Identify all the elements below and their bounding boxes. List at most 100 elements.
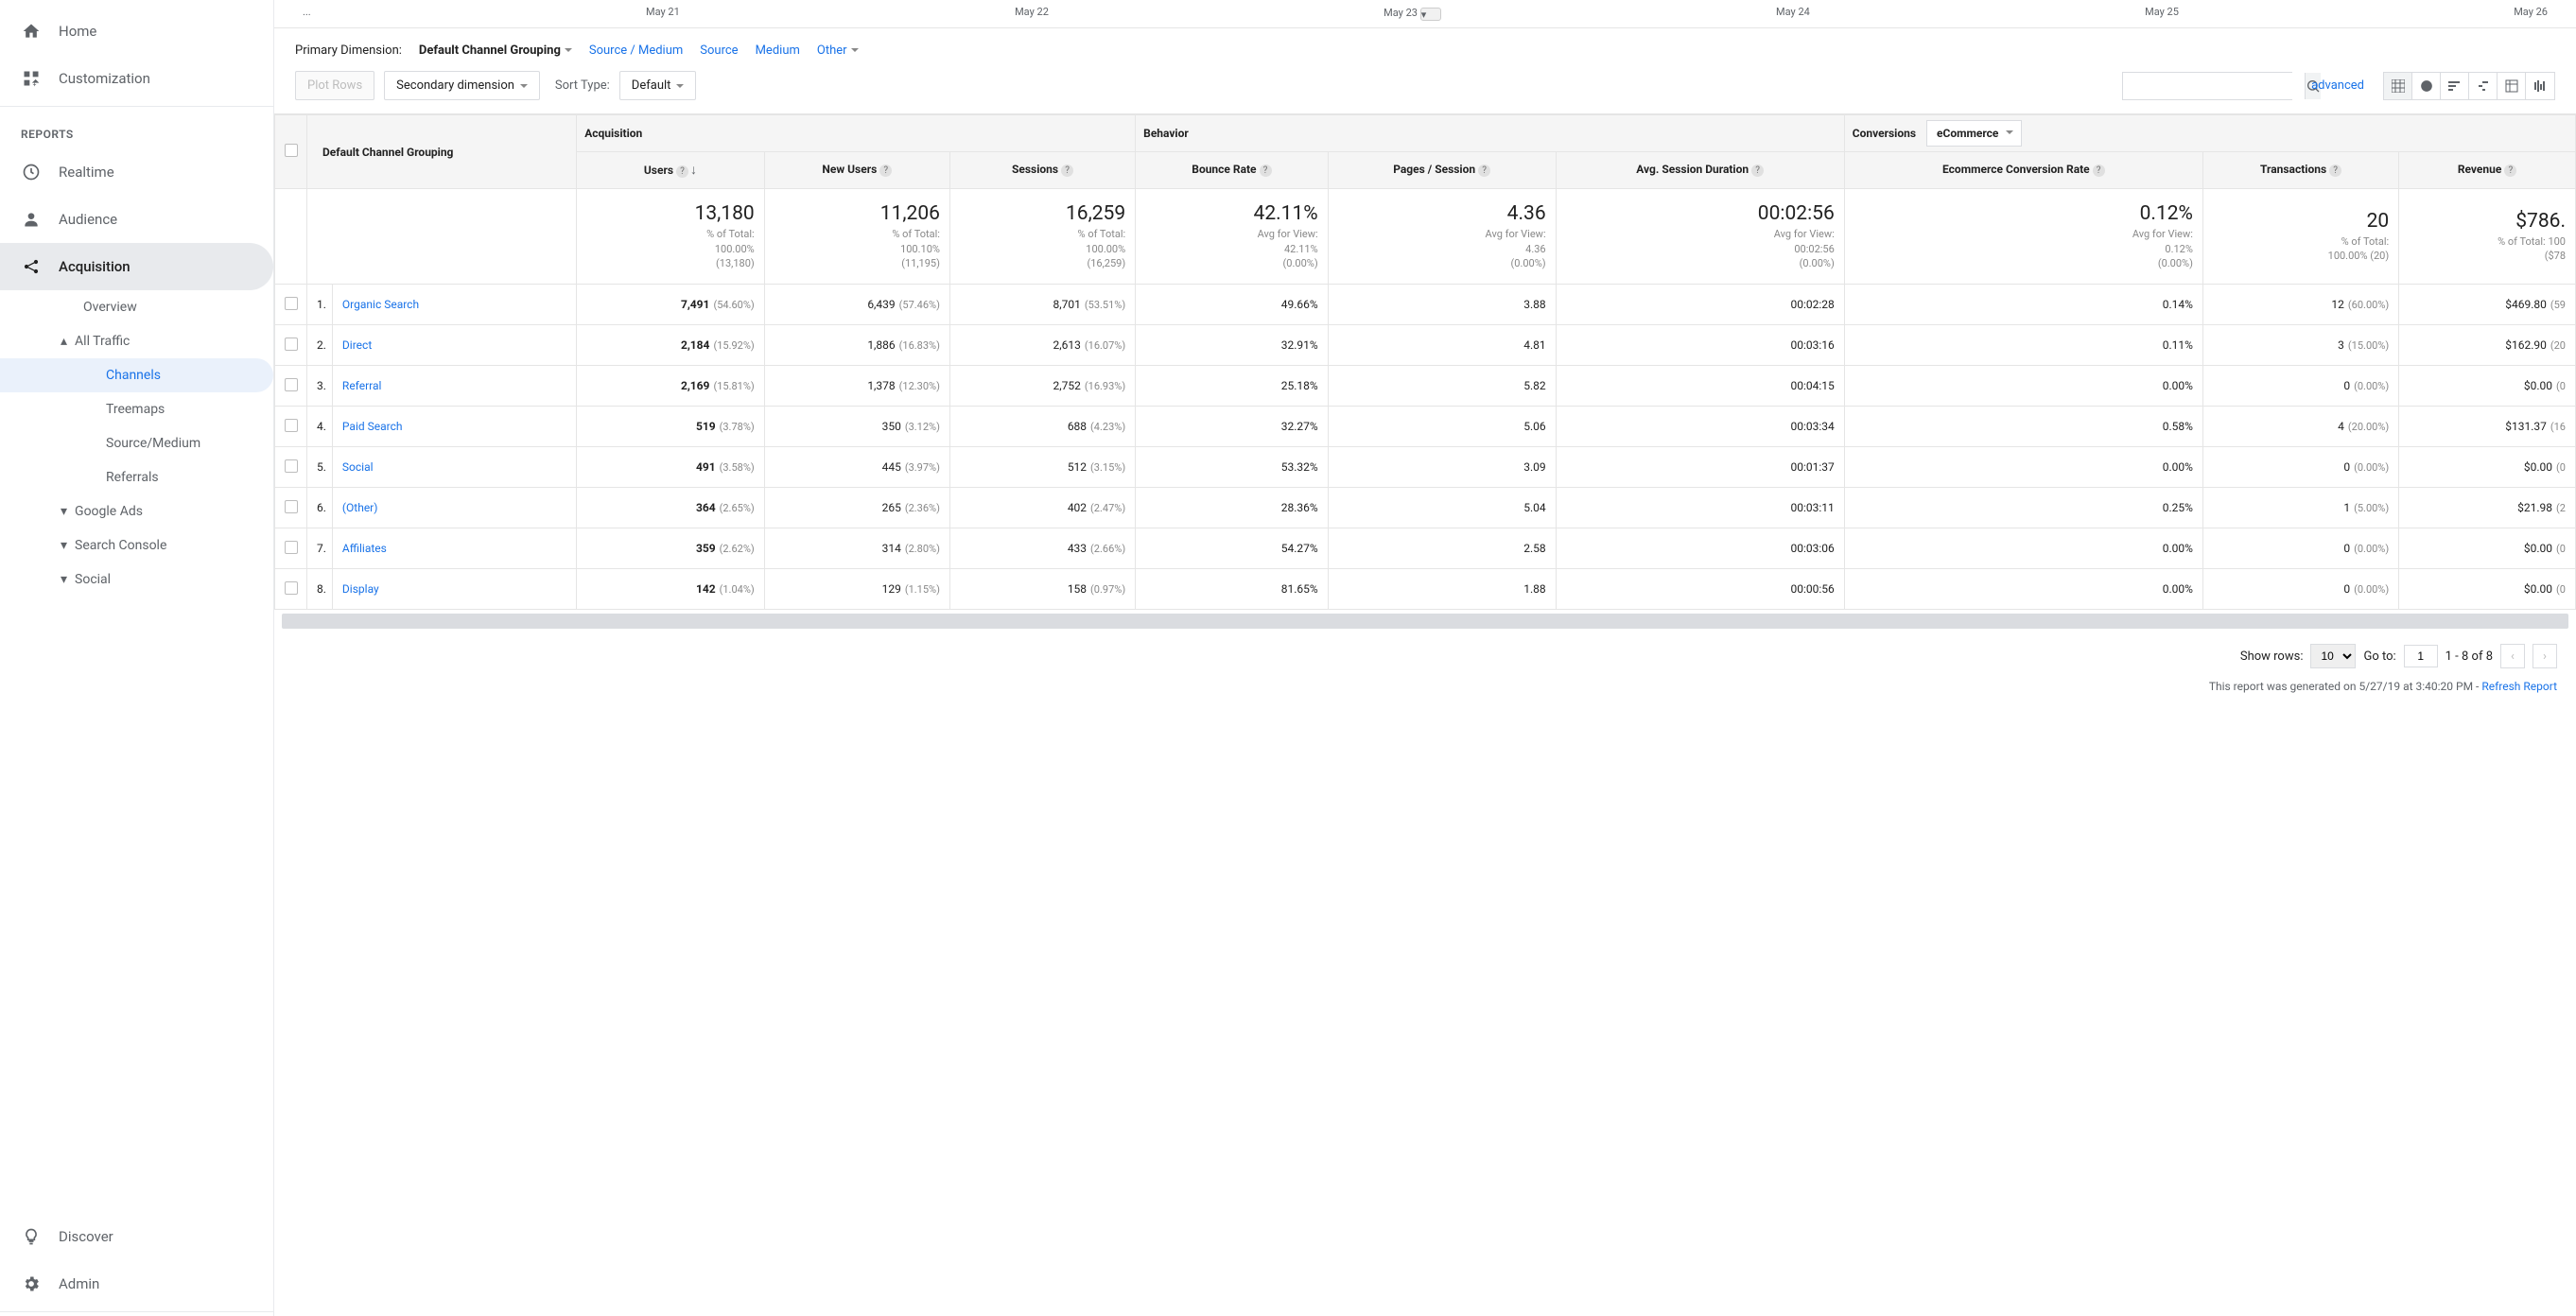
col-avg-duration[interactable]: Avg. Session Duration? xyxy=(1556,152,1844,189)
lightbulb-icon xyxy=(21,1226,42,1247)
nav-home[interactable]: Home xyxy=(0,8,273,55)
timeline-tick: May 25 xyxy=(2145,6,2179,22)
refresh-report-link[interactable]: Refresh Report xyxy=(2481,680,2557,693)
sub-all-traffic[interactable]: ▴ All Traffic xyxy=(0,324,273,358)
row-checkbox[interactable] xyxy=(285,541,298,554)
table-row: 4. Paid Search 519(3.78%) 350(3.12%) 688… xyxy=(275,407,2576,447)
row-checkbox[interactable] xyxy=(285,378,298,391)
row-checkbox[interactable] xyxy=(285,581,298,595)
row-checkbox[interactable] xyxy=(285,500,298,513)
chevron-down-icon: ▾ xyxy=(61,504,67,519)
col-ecr[interactable]: Ecommerce Conversion Rate? xyxy=(1844,152,2202,189)
row-index: 5. xyxy=(307,447,333,488)
timeline-handle[interactable]: ▾ xyxy=(1420,8,1441,21)
row-checkbox[interactable] xyxy=(285,338,298,351)
channel-link[interactable]: Referral xyxy=(332,366,576,407)
dim-medium[interactable]: Medium xyxy=(756,43,800,58)
col-users[interactable]: Users?↓ xyxy=(577,152,765,189)
go-to-input[interactable] xyxy=(2404,645,2438,667)
sort-type-select[interactable]: Default xyxy=(619,71,697,100)
nav-acquisition-label: Acquisition xyxy=(59,258,131,275)
row-checkbox[interactable] xyxy=(285,459,298,473)
conversions-select[interactable]: eCommerce xyxy=(1926,120,2022,147)
dim-source-medium[interactable]: Source / Medium xyxy=(589,43,683,58)
sub-source-medium[interactable]: Source/Medium xyxy=(0,426,273,460)
prev-page-button[interactable]: ‹ xyxy=(2500,644,2525,668)
nav-customization[interactable]: + Customization xyxy=(0,55,273,102)
chevron-down-icon: ▾ xyxy=(61,572,67,587)
channel-link[interactable]: Organic Search xyxy=(332,285,576,325)
view-comparison-icon[interactable] xyxy=(2469,73,2498,99)
col-bounce-rate[interactable]: Bounce Rate? xyxy=(1136,152,1329,189)
primary-dimension-bar: Primary Dimension: Default Channel Group… xyxy=(274,28,2576,65)
row-checkbox[interactable] xyxy=(285,419,298,432)
nav-realtime-label: Realtime xyxy=(59,164,114,181)
pagination-bar: Show rows: 10 Go to: 1 - 8 of 8 ‹ › xyxy=(274,632,2576,680)
nav-realtime[interactable]: Realtime xyxy=(0,148,273,196)
col-sessions[interactable]: Sessions? xyxy=(949,152,1135,189)
sub-social-label: Social xyxy=(75,572,111,587)
help-icon[interactable]: ? xyxy=(1260,164,1272,177)
dimension-header[interactable]: Default Channel Grouping xyxy=(307,115,577,189)
gear-icon xyxy=(21,1273,42,1294)
checkbox[interactable] xyxy=(285,144,298,157)
sub-overview[interactable]: Overview xyxy=(0,290,273,324)
sub-social[interactable]: ▾ Social xyxy=(0,563,273,597)
view-cloud-icon[interactable] xyxy=(2526,73,2554,99)
channel-link[interactable]: Direct xyxy=(332,325,576,366)
sort-arrow-down-icon: ↓ xyxy=(690,163,697,178)
nav-discover[interactable]: Discover xyxy=(0,1213,273,1260)
col-transactions[interactable]: Transactions? xyxy=(2202,152,2398,189)
nav-discover-label: Discover xyxy=(59,1228,113,1245)
chevron-down-icon xyxy=(676,84,684,92)
col-revenue[interactable]: Revenue? xyxy=(2399,152,2576,189)
advanced-link[interactable]: advanced xyxy=(2311,78,2364,93)
next-page-button[interactable]: › xyxy=(2532,644,2557,668)
col-new-users[interactable]: New Users? xyxy=(764,152,949,189)
sub-google-ads[interactable]: ▾ Google Ads xyxy=(0,494,273,528)
help-icon[interactable]: ? xyxy=(879,164,892,177)
horizontal-scrollbar[interactable] xyxy=(282,614,2568,629)
primary-dimension-label: Primary Dimension: xyxy=(295,43,402,58)
nav-audience[interactable]: Audience xyxy=(0,196,273,243)
help-icon[interactable]: ? xyxy=(2093,164,2105,177)
channel-link[interactable]: Paid Search xyxy=(332,407,576,447)
view-table-icon[interactable] xyxy=(2384,73,2412,99)
summary-row: 13,180% of Total:100.00%(13,180) 11,206%… xyxy=(275,189,2576,285)
sub-treemaps[interactable]: Treemaps xyxy=(0,392,273,426)
nav-admin[interactable]: Admin xyxy=(0,1260,273,1307)
primary-dimension-active[interactable]: Default Channel Grouping xyxy=(419,43,572,58)
view-bar-icon[interactable] xyxy=(2441,73,2469,99)
view-toggle xyxy=(2383,72,2555,100)
search-input[interactable] xyxy=(2123,73,2305,99)
data-table-wrap: Default Channel Grouping Acquisition Beh… xyxy=(274,114,2576,610)
dim-source[interactable]: Source xyxy=(700,43,738,58)
table-controls: Plot Rows Secondary dimension Sort Type:… xyxy=(274,65,2576,114)
help-icon[interactable]: ? xyxy=(1751,164,1764,177)
dim-other[interactable]: Other xyxy=(817,43,859,58)
help-icon[interactable]: ? xyxy=(2504,164,2516,177)
table-row: 8. Display 142(1.04%) 129(1.15%) 158(0.9… xyxy=(275,569,2576,610)
help-icon[interactable]: ? xyxy=(1061,164,1073,177)
secondary-dimension-button[interactable]: Secondary dimension xyxy=(384,71,540,100)
sub-channels[interactable]: Channels xyxy=(0,358,273,392)
channel-link[interactable]: Display xyxy=(332,569,576,610)
channel-link[interactable]: Affiliates xyxy=(332,528,576,569)
nav-audience-label: Audience xyxy=(59,211,117,228)
sub-search-console[interactable]: ▾ Search Console xyxy=(0,528,273,563)
channel-link[interactable]: (Other) xyxy=(332,488,576,528)
nav-acquisition[interactable]: Acquisition xyxy=(0,243,273,290)
help-icon[interactable]: ? xyxy=(1478,164,1490,177)
help-icon[interactable]: ? xyxy=(2329,164,2341,177)
sub-referrals[interactable]: Referrals xyxy=(0,460,273,494)
view-pivot-icon[interactable] xyxy=(2498,73,2526,99)
rows-select[interactable]: 10 xyxy=(2310,644,2356,668)
help-icon[interactable]: ? xyxy=(676,165,688,178)
row-checkbox[interactable] xyxy=(285,297,298,310)
channel-link[interactable]: Social xyxy=(332,447,576,488)
divider xyxy=(0,1311,273,1312)
group-conversions: Conversions eCommerce xyxy=(1844,115,2575,152)
timeline-tick: May 21 xyxy=(646,6,680,22)
col-pages-session[interactable]: Pages / Session? xyxy=(1328,152,1556,189)
view-pie-icon[interactable] xyxy=(2412,73,2441,99)
